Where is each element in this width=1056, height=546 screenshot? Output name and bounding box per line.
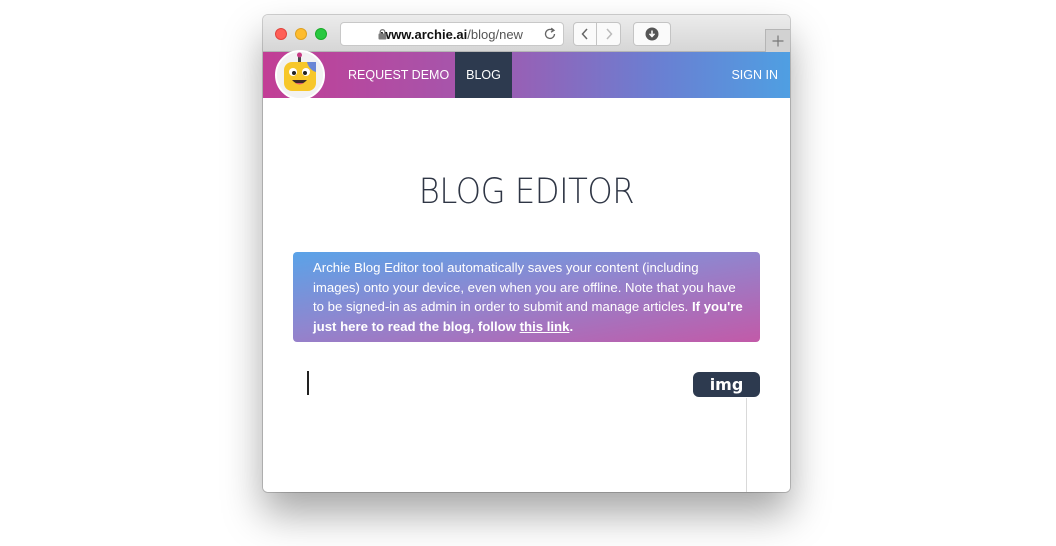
- nav-blog[interactable]: BLOG: [455, 52, 512, 98]
- archie-logo[interactable]: [275, 50, 325, 100]
- download-icon: [645, 27, 659, 41]
- nav-request-demo[interactable]: REQUEST DEMO: [348, 52, 449, 98]
- url-path: /blog/new: [467, 26, 523, 42]
- new-tab-button[interactable]: [765, 29, 790, 52]
- browser-toolbar: www.archie.ai/blog/new: [263, 15, 790, 52]
- nav-sign-in[interactable]: SIGN IN: [731, 52, 778, 98]
- notice-text: Archie Blog Editor tool automatically sa…: [313, 260, 736, 314]
- editor-text-cursor[interactable]: [307, 371, 309, 395]
- plus-icon: [772, 35, 784, 47]
- insert-image-button[interactable]: img: [693, 372, 760, 397]
- reload-icon[interactable]: [543, 27, 557, 41]
- chevron-right-icon: [605, 28, 613, 40]
- browser-window: www.archie.ai/blog/new REQUEST DEMO BLOG…: [263, 15, 790, 492]
- page-content: BLOG EDITOR Archie Blog Editor tool auto…: [263, 98, 790, 492]
- blog-link[interactable]: this link: [520, 319, 570, 334]
- chevron-left-icon: [581, 28, 588, 40]
- notice-bold-suffix: .: [569, 318, 574, 334]
- site-navbar: REQUEST DEMO BLOG SIGN IN: [263, 50, 790, 100]
- lock-icon: [378, 29, 387, 40]
- robot-face-icon: [277, 52, 323, 98]
- editor-divider: [746, 398, 747, 492]
- close-window-button[interactable]: [275, 28, 287, 40]
- downloads-button[interactable]: [633, 22, 671, 46]
- address-bar[interactable]: www.archie.ai/blog/new: [340, 22, 564, 46]
- page-title: BLOG EDITOR: [418, 172, 635, 212]
- forward-button[interactable]: [597, 22, 621, 46]
- zoom-window-button[interactable]: [315, 28, 327, 40]
- url-domain: www.archie.ai: [381, 26, 468, 42]
- back-button[interactable]: [573, 22, 597, 46]
- info-notice: Archie Blog Editor tool automatically sa…: [293, 252, 760, 342]
- minimize-window-button[interactable]: [295, 28, 307, 40]
